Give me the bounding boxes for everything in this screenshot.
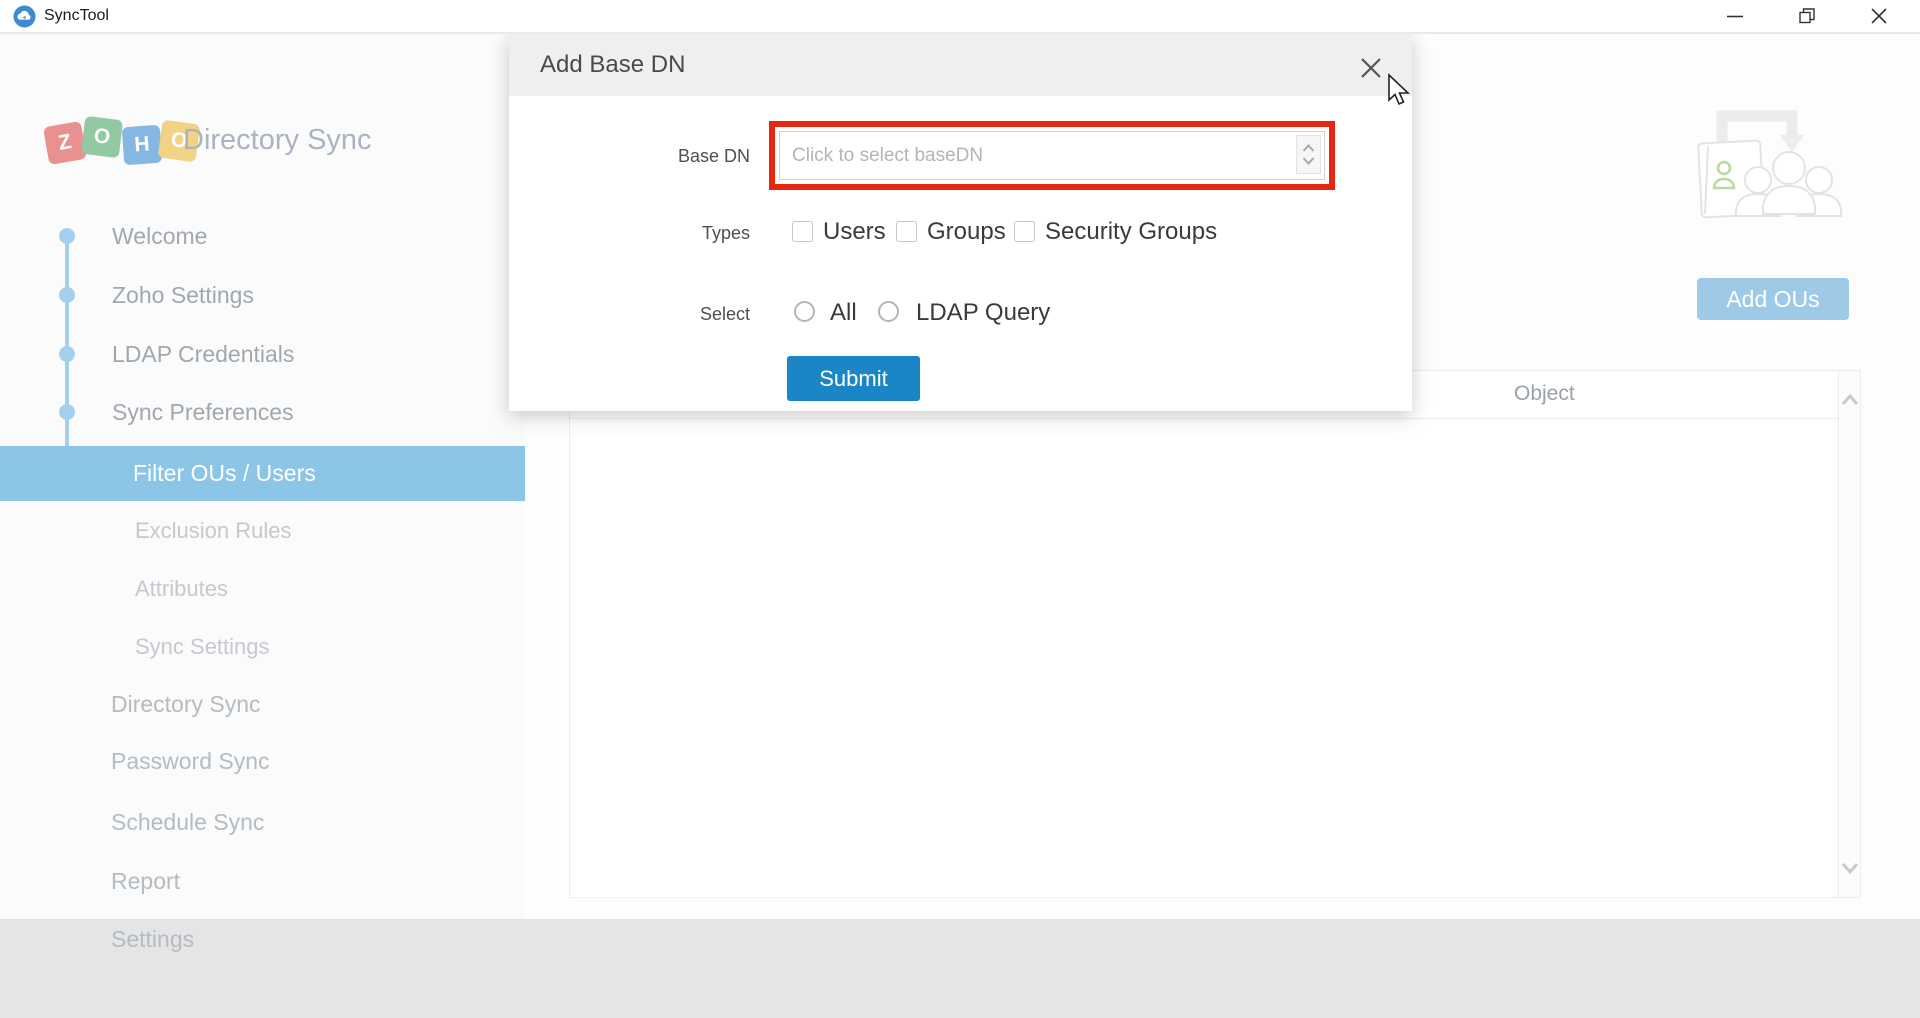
app-title: SyncTool (44, 7, 109, 25)
timeline-dot (59, 228, 75, 244)
base-dn-input[interactable] (780, 132, 1324, 179)
select-label: Select (509, 304, 750, 325)
sync-users-illustration (1688, 106, 1858, 234)
chevron-down-icon[interactable] (1302, 156, 1315, 165)
footer-bar: Previous Next (0, 919, 1920, 1018)
ou-table: Object (569, 370, 1861, 898)
groups-checkbox-label[interactable]: Groups (927, 218, 1006, 246)
zoho-logo-letter: O (81, 116, 123, 158)
mouse-cursor-arrow (1386, 73, 1412, 109)
timeline-dot (59, 346, 75, 362)
all-radio[interactable] (794, 301, 815, 322)
close-icon (1358, 55, 1384, 81)
table-column-header-object: Object (1514, 382, 1575, 406)
users-checkbox[interactable] (792, 221, 813, 242)
sidebar-item-sync-settings[interactable]: Sync Settings (135, 632, 270, 662)
sidebar-item-exclusion-rules[interactable]: Exclusion Rules (135, 516, 292, 546)
security-groups-checkbox-label[interactable]: Security Groups (1045, 218, 1217, 246)
zoho-logo-letter: H (122, 125, 163, 166)
sidebar-item-settings[interactable]: Settings (111, 924, 194, 954)
base-dn-spinner[interactable] (1296, 135, 1321, 174)
sidebar-item-schedule-sync[interactable]: Schedule Sync (111, 807, 264, 837)
types-label: Types (509, 223, 750, 244)
sidebar-item-sync-preferences[interactable]: Sync Preferences (112, 397, 294, 427)
table-header-divider (570, 418, 1838, 419)
security-groups-checkbox[interactable] (1014, 221, 1035, 242)
chevron-up-icon[interactable] (1841, 393, 1859, 407)
timeline-dot (59, 404, 75, 420)
chevron-up-icon[interactable] (1302, 144, 1315, 153)
submit-button[interactable]: Submit (787, 356, 920, 401)
users-checkbox-label[interactable]: Users (823, 218, 886, 246)
add-base-dn-dialog: Add Base DN Base DN Types Users Groups (509, 34, 1412, 411)
groups-checkbox[interactable] (896, 221, 917, 242)
base-dn-picker[interactable] (779, 131, 1325, 180)
minimize-button[interactable] (1712, 0, 1758, 32)
sidebar-item-welcome[interactable]: Welcome (112, 221, 207, 251)
title-bar: SyncTool (0, 0, 1920, 34)
base-dn-label: Base DN (509, 146, 750, 167)
ldap-query-radio-label[interactable]: LDAP Query (916, 299, 1050, 327)
minimize-icon (1725, 6, 1745, 26)
ldap-query-radio[interactable] (878, 301, 899, 322)
all-radio-label[interactable]: All (830, 299, 857, 327)
sidebar-item-label: Filter OUs / Users (133, 446, 316, 501)
cloud-sync-icon (13, 5, 36, 28)
sidebar-item-ldap-credentials[interactable]: LDAP Credentials (112, 339, 294, 369)
sidebar-item-zoho-settings[interactable]: Zoho Settings (112, 280, 254, 310)
restore-icon (1797, 6, 1817, 26)
sidebar: Z O H O Directory Sync Welcome Zoho Sett… (0, 34, 525, 919)
base-dn-highlight-box (769, 121, 1335, 190)
sidebar-item-filter-ous-users[interactable]: Filter OUs / Users (0, 446, 525, 501)
dialog-title: Add Base DN (540, 34, 685, 96)
dialog-header: Add Base DN (509, 34, 1412, 96)
dialog-close-button[interactable] (1356, 53, 1386, 83)
sidebar-item-attributes[interactable]: Attributes (135, 574, 228, 604)
zoho-logo-letter: Z (43, 121, 87, 165)
chevron-down-icon[interactable] (1841, 861, 1859, 875)
window-close-button[interactable] (1856, 0, 1902, 32)
sidebar-item-report[interactable]: Report (111, 866, 180, 896)
table-scrollbar[interactable] (1838, 371, 1860, 897)
timeline-dot (59, 287, 75, 303)
add-ous-button[interactable]: Add OUs (1697, 278, 1849, 320)
restore-button[interactable] (1784, 0, 1830, 32)
sidebar-item-directory-sync[interactable]: Directory Sync (111, 689, 261, 719)
product-name: Directory Sync (183, 124, 372, 157)
sidebar-item-password-sync[interactable]: Password Sync (111, 746, 270, 776)
close-icon (1869, 6, 1889, 26)
